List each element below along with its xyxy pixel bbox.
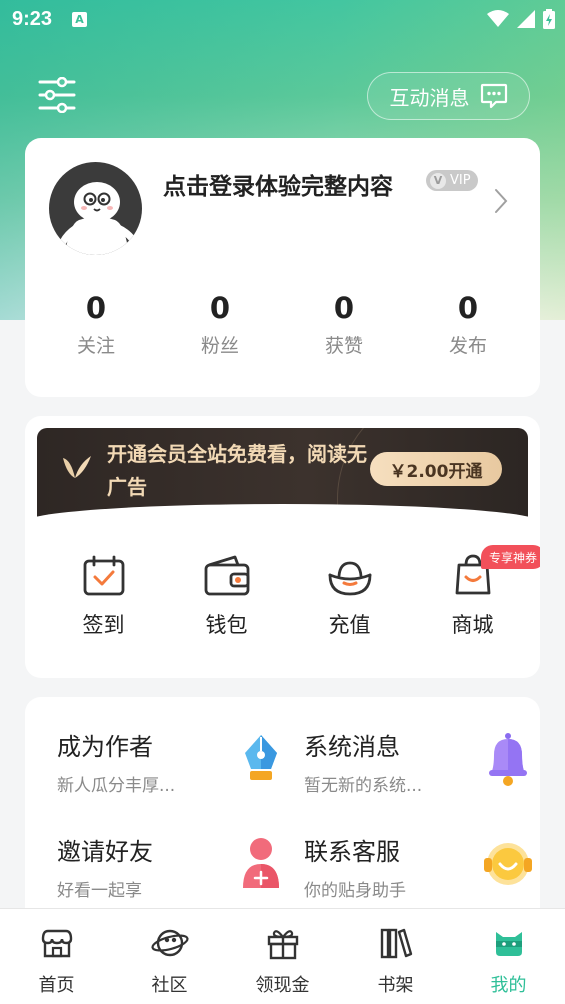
menu-title: 系统消息: [304, 733, 400, 761]
stat-likes[interactable]: 0 获赞: [282, 288, 406, 358]
wallet-icon: [204, 555, 249, 596]
tab-earn-cash[interactable]: 领现金: [226, 909, 339, 1004]
vip-badge: V VIP: [426, 170, 478, 191]
stat-label: 获赞: [324, 335, 363, 357]
profile-card: 点击登录体验完整内容 V VIP 0 关注 0 粉丝 0 获赞 0 发布: [25, 138, 540, 397]
tab-label: 书架: [377, 975, 414, 996]
menu-system-messages[interactable]: 系统消息 暂无新的系统...: [304, 727, 534, 817]
menu-become-author[interactable]: 成为作者 新人瓜分丰厚...: [57, 727, 287, 817]
stat-label: 发布: [448, 335, 487, 357]
headset-smile-icon: [484, 843, 532, 885]
planet-icon: [150, 929, 189, 957]
gift-icon: [267, 930, 298, 960]
settings-sliders-button[interactable]: [38, 76, 76, 114]
status-time: 9:23: [12, 7, 53, 30]
vip-promo-text: 开通会员全站免费看，阅读无广告: [107, 442, 367, 499]
notification-a-icon: A: [72, 11, 88, 27]
books-icon: [380, 928, 412, 959]
tab-label: 社区: [151, 975, 188, 996]
interaction-messages-button[interactable]: 互动消息: [367, 72, 530, 120]
status-icons: [487, 9, 555, 29]
bottom-tab-bar: 首页 社区 领现金 书架 我的: [0, 908, 565, 1004]
menu-grid-card: 成为作者 新人瓜分丰厚... 系统消息 暂无新的系统... 邀请好友 好看一起享: [25, 697, 540, 927]
stat-label: 关注: [76, 335, 115, 357]
chevron-right-icon[interactable]: [493, 188, 509, 214]
vip-and-actions-card: 开通会员全站免费看，阅读无广告 ￥2.00开通 签到 钱包 充值 专享神券 商城: [25, 416, 540, 678]
tab-label: 首页: [38, 975, 75, 996]
vip-badge-label: VIP: [450, 173, 471, 188]
quick-actions: 签到 钱包 充值 专享神券 商城: [25, 545, 540, 639]
quick-recharge[interactable]: 充值: [288, 551, 411, 639]
stat-value: 0: [209, 291, 231, 325]
menu-subtitle: 你的贴身助手: [304, 881, 406, 901]
gold-ingot-icon: [328, 561, 371, 596]
stat-value: 0: [333, 291, 355, 325]
quick-wallet[interactable]: 钱包: [165, 551, 288, 639]
menu-title: 成为作者: [57, 733, 153, 761]
chat-bubble-icon: [480, 83, 507, 109]
calendar-check-icon: [83, 555, 124, 596]
quick-label: 充值: [328, 613, 371, 637]
menu-subtitle: 好看一起享: [57, 881, 142, 901]
tab-label: 领现金: [255, 975, 310, 996]
banner-wave-divider: [25, 504, 540, 534]
menu-subtitle: 暂无新的系统...: [304, 776, 423, 796]
store-icon: [41, 929, 72, 958]
stat-posts[interactable]: 0 发布: [406, 288, 530, 358]
profile-stats: 0 关注 0 粉丝 0 获赞 0 发布: [25, 288, 540, 358]
stat-value: 0: [457, 291, 479, 325]
bell-icon: [489, 733, 527, 786]
quick-mall[interactable]: 专享神券 商城: [411, 545, 540, 639]
avatar[interactable]: [49, 162, 142, 255]
quick-checkin[interactable]: 签到: [42, 551, 165, 639]
wifi-icon: [487, 10, 509, 27]
signal-icon: [517, 10, 535, 28]
default-avatar-icon: [59, 182, 137, 255]
vip-leaf-logo-icon: [63, 456, 91, 478]
messages-label: 互动消息: [389, 85, 470, 110]
quick-label: 签到: [82, 613, 125, 637]
battery-icon: [543, 9, 555, 29]
vip-open-button[interactable]: ￥2.00开通: [370, 452, 502, 486]
cat-face-icon: [495, 932, 522, 956]
person-add-icon: [243, 838, 279, 888]
quick-label: 钱包: [205, 613, 248, 637]
quick-label: 商城: [451, 613, 494, 637]
promo-badge: 专享神券: [481, 545, 540, 569]
stat-value: 0: [85, 291, 107, 325]
menu-subtitle: 新人瓜分丰厚...: [57, 776, 176, 796]
menu-title: 邀请好友: [57, 838, 153, 866]
status-bar: 9:23 A: [0, 0, 565, 38]
tab-bookshelf[interactable]: 书架: [339, 909, 452, 1004]
vip-check-icon: V: [430, 172, 446, 189]
tab-label: 我的: [490, 975, 527, 996]
pen-nib-icon: [245, 735, 277, 780]
sliders-icon: [38, 76, 76, 114]
stat-following[interactable]: 0 关注: [34, 288, 158, 358]
tab-me[interactable]: 我的: [452, 909, 565, 1004]
tab-community[interactable]: 社区: [113, 909, 226, 1004]
menu-title: 联系客服: [304, 838, 400, 866]
tab-home[interactable]: 首页: [0, 909, 113, 1004]
stat-label: 粉丝: [200, 335, 239, 357]
stat-fans[interactable]: 0 粉丝: [158, 288, 282, 358]
login-prompt[interactable]: 点击登录体验完整内容: [163, 167, 393, 201]
